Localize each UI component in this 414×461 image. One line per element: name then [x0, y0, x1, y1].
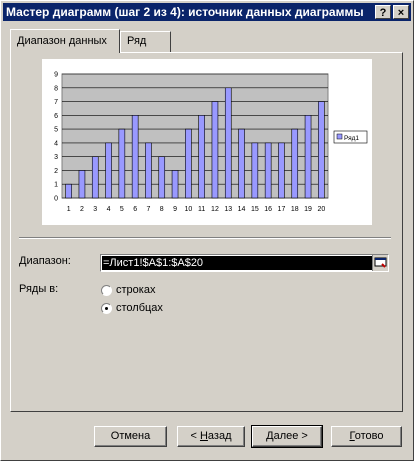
bar	[131, 115, 139, 199]
y-tick-label: 8	[54, 85, 58, 92]
bar	[118, 128, 126, 199]
x-tick-label: 11	[198, 206, 205, 213]
x-tick-label: 4	[107, 206, 111, 213]
x-tick-label: 19	[304, 206, 312, 213]
dialog-title: Мастер диаграмм (шаг 2 из 4): источник д…	[6, 5, 364, 19]
y-tick-label: 0	[54, 196, 58, 203]
radio-columns-label[interactable]: столбцах	[116, 302, 163, 314]
x-tick-label: 17	[278, 206, 286, 213]
chart-svg: 01234567891 2 3 4 5 6 7 8 9 10 11 12 13 14 15 16 17 18 19 2…	[54, 72, 368, 213]
collapse-dialog-icon	[374, 257, 387, 268]
bar	[264, 142, 272, 199]
next-label: алее >	[273, 430, 308, 442]
chart-preview: 0 1 2 3 4 5 6 7 8 9 1 2 3 4 5 6 7 8 9 10 11 12 13 14 15 16 17 18 19 2…	[42, 59, 372, 225]
y-tick-label: 4	[54, 140, 58, 147]
finish-button[interactable]: Готово	[331, 426, 402, 447]
x-tick-label: 14	[238, 206, 246, 213]
bar	[304, 115, 312, 199]
x-tick-label: 7	[146, 206, 150, 213]
radio-selected-dot	[105, 307, 108, 310]
y-tick-label: 5	[54, 127, 58, 134]
x-tick-label: 3	[93, 206, 97, 213]
x-tick-label: 9	[173, 206, 177, 213]
help-button[interactable]: ?	[375, 5, 391, 19]
collapse-dialog-button[interactable]	[372, 255, 388, 271]
x-tick-label: 8	[160, 206, 164, 213]
bar	[171, 170, 179, 199]
plot-area	[61, 73, 329, 199]
back-button[interactable]: < Назад	[177, 426, 245, 447]
back-label: азад	[207, 430, 232, 442]
title-bar[interactable]: Мастер диаграмм (шаг 2 из 4): источник д…	[3, 3, 411, 21]
cancel-button-label: Отмена	[110, 430, 151, 442]
y-tick-label: 3	[54, 154, 58, 161]
bar	[238, 128, 245, 199]
x-tick-label: 13	[224, 206, 232, 213]
finish-label: отово	[354, 430, 384, 442]
bar	[158, 156, 166, 199]
back-arrow: <	[190, 430, 200, 442]
x-tick-label: 20	[317, 206, 325, 213]
x-tick-label: 2	[80, 206, 84, 213]
radio-rows[interactable]	[101, 285, 112, 296]
range-label: Диапазон:	[19, 255, 71, 267]
bar	[145, 142, 152, 199]
series-in-label: Ряды в:	[19, 283, 59, 295]
x-tick-label: 16	[264, 206, 272, 213]
radio-rows-label[interactable]: строках	[116, 284, 155, 296]
y-tick-label: 9	[54, 72, 58, 79]
range-value: =Лист1!$A$1:$A$20	[102, 256, 373, 270]
y-tick-label: 1	[54, 182, 58, 189]
legend-swatch	[336, 133, 343, 140]
close-button[interactable]: ×	[393, 5, 409, 19]
tab-data-range[interactable]: Диапазон данных	[10, 29, 120, 53]
bar	[65, 183, 72, 199]
tab-series[interactable]: Ряд	[120, 31, 171, 52]
legend-label: Ряд1	[344, 135, 359, 142]
x-tick-label: 18	[291, 206, 299, 213]
x-tick-label: 10	[184, 206, 192, 213]
x-tick-label: 5	[120, 206, 124, 213]
x-tick-label: 12	[211, 206, 219, 213]
x-tick-label: 1	[67, 206, 71, 213]
bar	[211, 101, 219, 199]
next-hotkey: Д	[266, 430, 274, 442]
cancel-button[interactable]: Отмена	[94, 426, 167, 447]
bar	[278, 142, 285, 199]
x-tick-label: 15	[251, 206, 259, 213]
range-input[interactable]: =Лист1!$A$1:$A$20	[100, 254, 389, 272]
bar	[198, 115, 205, 199]
y-tick-label: 6	[54, 113, 58, 120]
bar	[251, 142, 259, 199]
divider	[19, 237, 391, 239]
chart-wizard-dialog: Мастер диаграмм (шаг 2 из 4): источник д…	[0, 0, 414, 461]
bar	[291, 128, 299, 199]
x-tick-label: 6	[133, 206, 137, 213]
bar	[105, 142, 112, 199]
bar	[185, 128, 192, 199]
bar	[78, 170, 86, 199]
y-tick-label: 2	[54, 168, 58, 175]
next-button[interactable]: Далее >	[251, 425, 323, 448]
bar	[318, 101, 325, 199]
bar	[91, 156, 99, 199]
back-hotkey: Н	[199, 430, 208, 442]
y-tick-label: 7	[54, 99, 58, 106]
bar	[224, 87, 232, 199]
radio-columns[interactable]	[101, 303, 112, 314]
